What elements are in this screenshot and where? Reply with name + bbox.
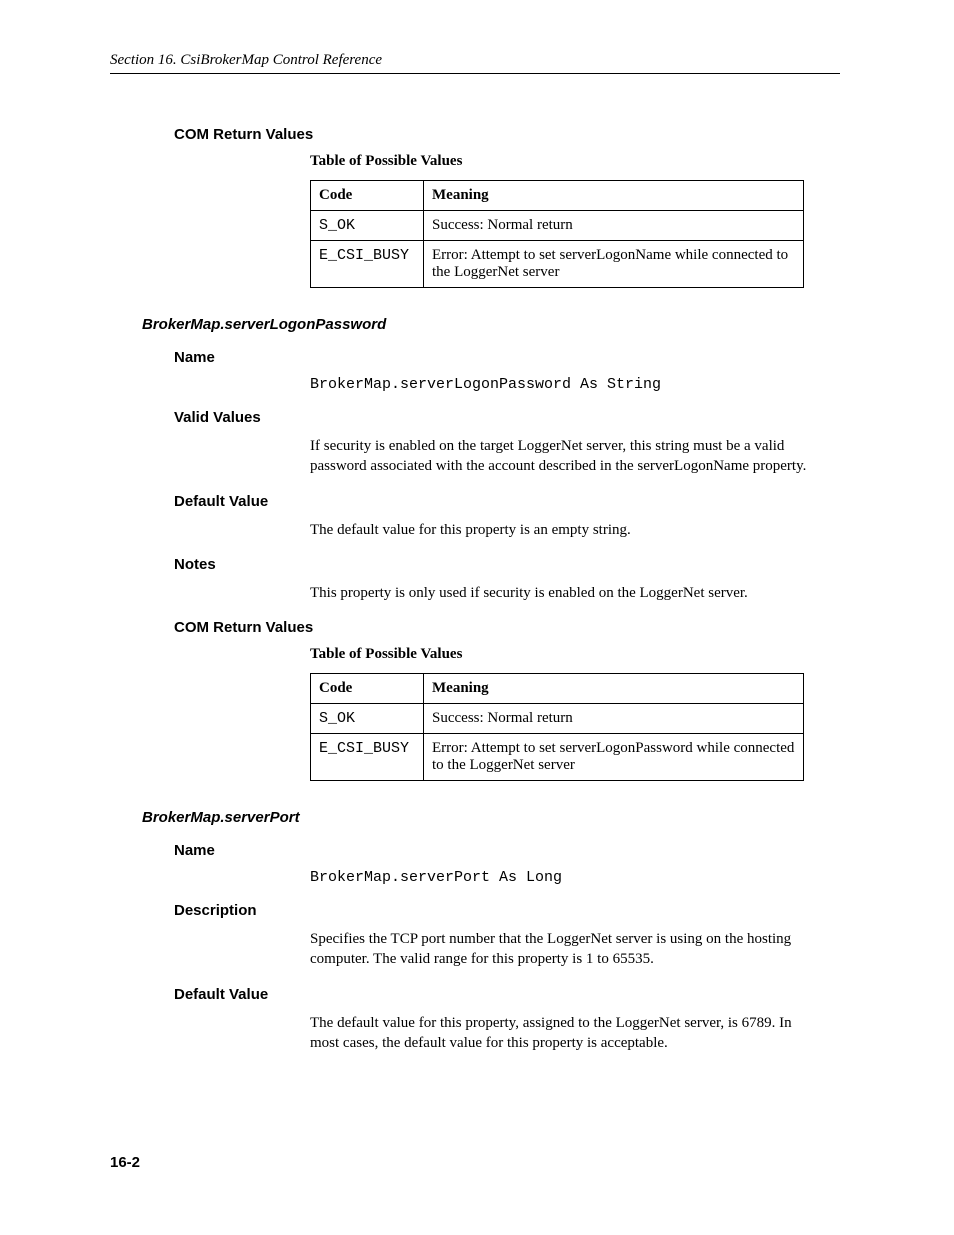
cell-code: S_OK: [311, 704, 424, 734]
values-table-2: Code Meaning S_OK Success: Normal return…: [310, 673, 804, 781]
signature-text: BrokerMap.serverLogonPassword As String: [310, 376, 840, 393]
col-code: Code: [311, 674, 424, 704]
heading-com-return-values-2: COM Return Values: [174, 619, 840, 636]
heading-com-return-values-1: COM Return Values: [174, 126, 840, 143]
signature-text: BrokerMap.serverPort As Long: [310, 869, 840, 886]
table-header-row: Code Meaning: [311, 181, 804, 211]
valid-values-text: If security is enabled on the target Log…: [310, 436, 820, 477]
default-value-text: The default value for this property is a…: [310, 520, 820, 540]
table-header-row: Code Meaning: [311, 674, 804, 704]
cell-meaning: Success: Normal return: [424, 211, 804, 241]
notes-text: This property is only used if security i…: [310, 583, 820, 603]
heading-notes: Notes: [174, 556, 840, 573]
cell-meaning: Error: Attempt to set serverLogonName wh…: [424, 241, 804, 288]
running-header: Section 16. CsiBrokerMap Control Referen…: [110, 52, 840, 74]
cell-code: E_CSI_BUSY: [311, 241, 424, 288]
table-row: E_CSI_BUSY Error: Attempt to set serverL…: [311, 241, 804, 288]
values-table-1: Code Meaning S_OK Success: Normal return…: [310, 180, 804, 288]
description-text: Specifies the TCP port number that the L…: [310, 929, 820, 970]
cell-code: S_OK: [311, 211, 424, 241]
heading-valid-values: Valid Values: [174, 409, 840, 426]
table-row: S_OK Success: Normal return: [311, 211, 804, 241]
table-row: E_CSI_BUSY Error: Attempt to set serverL…: [311, 734, 804, 781]
col-meaning: Meaning: [424, 181, 804, 211]
cell-code: E_CSI_BUSY: [311, 734, 424, 781]
property-title-serverport: BrokerMap.serverPort: [142, 809, 840, 826]
table-row: S_OK Success: Normal return: [311, 704, 804, 734]
heading-default-value: Default Value: [174, 986, 840, 1003]
heading-name: Name: [174, 842, 840, 859]
page-number: 16-2: [110, 1154, 140, 1171]
heading-name: Name: [174, 349, 840, 366]
table-caption-1: Table of Possible Values: [310, 153, 840, 170]
cell-meaning: Error: Attempt to set serverLogonPasswor…: [424, 734, 804, 781]
col-code: Code: [311, 181, 424, 211]
heading-default-value: Default Value: [174, 493, 840, 510]
col-meaning: Meaning: [424, 674, 804, 704]
property-title-serverlogonpassword: BrokerMap.serverLogonPassword: [142, 316, 840, 333]
table-caption-2: Table of Possible Values: [310, 646, 840, 663]
cell-meaning: Success: Normal return: [424, 704, 804, 734]
heading-description: Description: [174, 902, 840, 919]
page-content: Section 16. CsiBrokerMap Control Referen…: [110, 52, 840, 1065]
default-value-text: The default value for this property, ass…: [310, 1013, 820, 1054]
